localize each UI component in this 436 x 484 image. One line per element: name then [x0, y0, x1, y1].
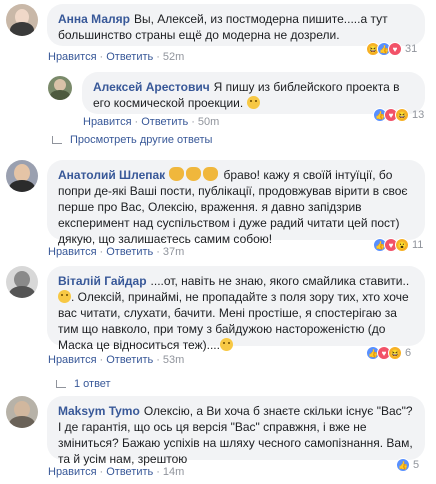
reply-link[interactable]: Ответить	[106, 246, 153, 258]
like-link[interactable]: Нравится	[48, 51, 97, 63]
like-link[interactable]: Нравится	[48, 354, 97, 366]
comment: Анна Маляр Вы, Алексей, из постмодерна пи…	[6, 4, 425, 46]
reactions[interactable]: 👍 ♥ 😆 6	[366, 346, 411, 360]
separator: ·	[99, 354, 104, 366]
view-replies-label: 1 ответ	[74, 378, 111, 390]
clap-emoji-icon	[169, 167, 185, 181]
timestamp[interactable]: 37m	[163, 246, 184, 258]
reactions-count: 6	[405, 347, 412, 359]
separator: ·	[99, 466, 104, 478]
comment-actions: Нравится · Ответить · 52m	[48, 51, 184, 63]
avatar[interactable]	[6, 160, 38, 192]
like-icon: 👍	[396, 458, 410, 472]
separator: ·	[99, 51, 104, 63]
haha-icon: 😆	[395, 108, 409, 122]
comment: Maksym Tymo Олексію, а Ви хоча б знаєте с…	[6, 396, 425, 466]
smile-emoji-icon	[58, 290, 71, 303]
reactions[interactable]: 👍 5	[396, 458, 419, 472]
comment-bubble: Анатолий Шлепак браво! кажу я своїй інту…	[47, 160, 425, 246]
timestamp[interactable]: 14m	[163, 466, 184, 478]
reactions[interactable]: 👍 ♥ 😮 11	[373, 238, 423, 252]
reply-link[interactable]: Ответить	[106, 466, 153, 478]
reply-comment: Алексей Арестович Я пишу из библейского п…	[48, 72, 425, 114]
comment-bubble: Анна Маляр Вы, Алексей, из постмодерна пи…	[47, 4, 425, 46]
avatar[interactable]	[6, 4, 38, 36]
comment-bubble: Maksym Tymo Олексію, а Ви хоча б знаєте с…	[47, 396, 425, 466]
separator: ·	[191, 116, 195, 128]
like-link[interactable]: Нравится	[83, 116, 132, 128]
comment-actions: Нравится · Ответить · 53m	[48, 354, 184, 366]
comment-text: . Олексій, принаймі, не пропадайте з пол…	[58, 290, 409, 352]
separator: ·	[156, 51, 160, 63]
reactions-count: 11	[412, 239, 424, 251]
comment-text: ....от, навіть не знаю, якого смайлика с…	[150, 274, 410, 288]
love-icon: ♥	[388, 42, 402, 56]
comment-bubble: Віталій Гайдар ....от, навіть не знаю, як…	[47, 266, 425, 352]
haha-icon: 😆	[388, 346, 402, 360]
comment-author[interactable]: Віталій Гайдар	[58, 274, 147, 288]
smile-emoji-icon	[246, 96, 260, 109]
like-link[interactable]: Нравится	[48, 246, 97, 258]
reply-link[interactable]: Ответить	[141, 116, 188, 128]
timestamp[interactable]: 53m	[163, 354, 184, 366]
comment-actions: Нравится · Ответить · 14m	[48, 466, 184, 478]
reactions-count: 13	[412, 109, 425, 121]
comment-author[interactable]: Анатолий Шлепак	[58, 168, 165, 182]
avatar[interactable]	[6, 396, 38, 428]
reply-arrow-icon	[52, 136, 62, 144]
separator: ·	[156, 354, 160, 366]
reactions[interactable]: 😆 👍 ♥ 31	[366, 42, 417, 56]
avatar[interactable]	[6, 266, 38, 298]
avatar[interactable]	[48, 76, 72, 100]
comment-actions: Нравится · Ответить · 50m	[83, 116, 219, 128]
view-replies[interactable]: 1 ответ	[56, 378, 111, 390]
separator: ·	[156, 466, 160, 478]
comment: Віталій Гайдар ....от, навіть не знаю, як…	[6, 266, 425, 352]
separator: ·	[156, 246, 160, 258]
smile-emoji-icon	[219, 338, 233, 351]
reactions-count: 31	[405, 43, 418, 55]
reply-arrow-icon	[56, 380, 66, 388]
comment: Анатолий Шлепак браво! кажу я своїй інту…	[6, 160, 425, 246]
timestamp[interactable]: 52m	[163, 51, 184, 63]
timestamp[interactable]: 50m	[198, 116, 219, 128]
clap-emoji-icon	[186, 167, 202, 181]
view-more-replies-label: Просмотреть другие ответы	[70, 134, 213, 146]
separator: ·	[99, 246, 104, 258]
reply-link[interactable]: Ответить	[106, 354, 153, 366]
reactions-count: 5	[413, 459, 420, 471]
comment-author[interactable]: Maksym Tymo	[58, 404, 140, 418]
view-more-replies[interactable]: Просмотреть другие ответы	[52, 134, 212, 146]
separator: ·	[134, 116, 139, 128]
like-link[interactable]: Нравится	[48, 466, 97, 478]
comment-author[interactable]: Анна Маляр	[58, 12, 130, 26]
wow-icon: 😮	[395, 238, 409, 252]
reply-link[interactable]: Ответить	[106, 51, 153, 63]
comment-actions: Нравится · Ответить · 37m	[48, 246, 184, 258]
clap-emoji-icon	[203, 167, 219, 181]
comment-author[interactable]: Алексей Арестович	[93, 80, 210, 94]
reactions[interactable]: 👍 ♥ 😆 13	[373, 108, 424, 122]
